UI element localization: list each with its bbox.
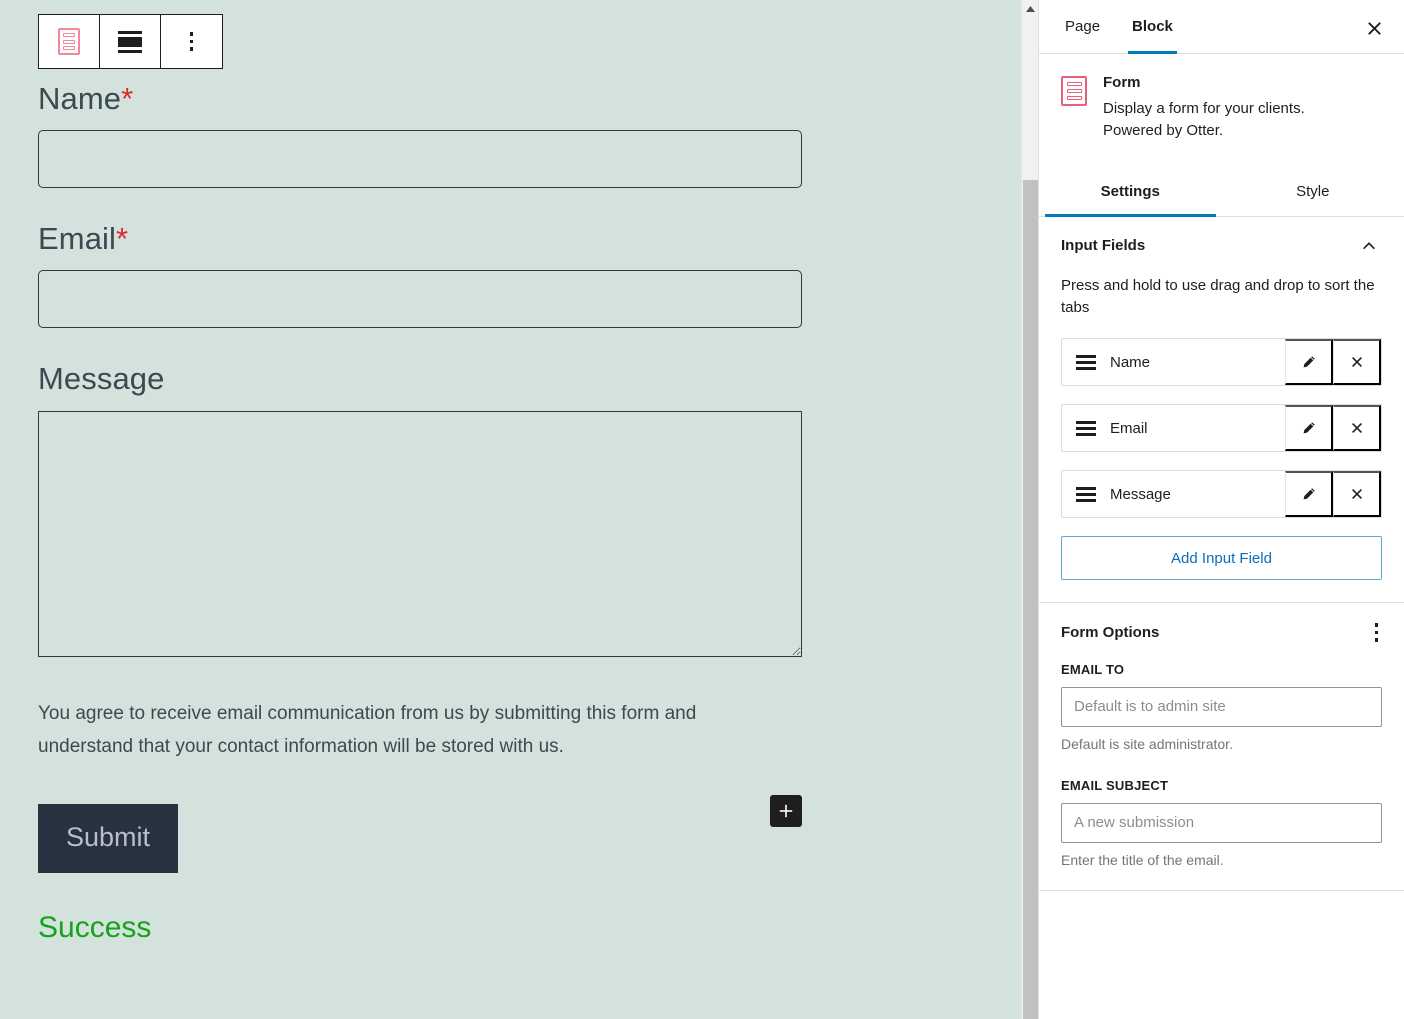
- email-subject-label: EMAIL SUBJECT: [1061, 778, 1382, 793]
- block-info-card: Form Display a form for your clients. Po…: [1039, 54, 1404, 164]
- required-asterisk: *: [121, 81, 133, 116]
- form-field-name: Name*: [38, 80, 802, 188]
- block-settings-sidebar: Page Block Form Display a form for your …: [1038, 0, 1404, 1019]
- close-icon: [1349, 486, 1365, 502]
- pencil-icon: [1300, 486, 1317, 503]
- block-toolbar: [38, 14, 223, 69]
- field-label-message: Message: [38, 360, 802, 397]
- chevron-up-icon: [1360, 237, 1378, 255]
- email-to-label: EMAIL TO: [1061, 662, 1382, 677]
- field-label-name: Name*: [38, 80, 802, 117]
- block-more-options-button[interactable]: [161, 15, 222, 68]
- required-asterisk: *: [116, 221, 128, 256]
- form-options-panel: Form Options EMAIL TO Default is site ad…: [1039, 603, 1404, 891]
- input-field-row-label: Email: [1110, 405, 1285, 451]
- input-fields-help-text: Press and hold to use drag and drop to s…: [1061, 275, 1382, 321]
- email-to-hint: Default is site administrator.: [1061, 736, 1382, 752]
- close-icon: [1349, 420, 1365, 436]
- input-field-row-email[interactable]: Email: [1061, 404, 1382, 452]
- delete-input-field-button[interactable]: [1333, 471, 1381, 517]
- name-input[interactable]: [38, 130, 802, 188]
- drag-handle-icon[interactable]: [1062, 405, 1110, 451]
- field-label-email-text: Email: [38, 221, 116, 256]
- block-description: Display a form for your clients. Powered…: [1103, 98, 1333, 142]
- align-button[interactable]: [100, 15, 161, 68]
- tab-page[interactable]: Page: [1049, 0, 1116, 53]
- field-label-message-text: Message: [38, 361, 165, 396]
- edit-input-field-button[interactable]: [1285, 471, 1333, 517]
- email-input[interactable]: [38, 270, 802, 328]
- input-field-row-label: Message: [1110, 471, 1285, 517]
- form-block-icon: [1061, 76, 1087, 106]
- tab-settings[interactable]: Settings: [1039, 168, 1222, 216]
- close-icon: [1349, 354, 1365, 370]
- email-subject-input[interactable]: [1061, 803, 1382, 843]
- success-message: Success: [38, 911, 802, 945]
- input-field-row-label: Name: [1110, 339, 1285, 385]
- form-block-type-button[interactable]: [39, 15, 100, 68]
- more-options-vertical-icon: [190, 32, 194, 51]
- sidebar-subtab-bar: Settings Style: [1039, 168, 1404, 217]
- message-textarea[interactable]: [38, 411, 802, 657]
- email-subject-group: EMAIL SUBJECT Enter the title of the ema…: [1061, 778, 1382, 868]
- tab-block[interactable]: Block: [1116, 0, 1189, 53]
- more-options-vertical-icon: [1375, 623, 1379, 642]
- delete-input-field-button[interactable]: [1333, 339, 1381, 385]
- submit-button[interactable]: Submit: [38, 804, 178, 873]
- email-to-group: EMAIL TO Default is site administrator.: [1061, 662, 1382, 752]
- block-title: Form: [1103, 74, 1333, 91]
- input-fields-panel-header[interactable]: Input Fields: [1061, 233, 1382, 259]
- editor-root: Name* Email* Message You agree to receiv…: [0, 0, 1404, 1019]
- email-subject-hint: Enter the title of the email.: [1061, 852, 1382, 868]
- input-field-row-message[interactable]: Message: [1061, 470, 1382, 518]
- close-sidebar-button[interactable]: [1358, 12, 1390, 44]
- close-icon: [1365, 19, 1384, 38]
- input-field-row-name[interactable]: Name: [1061, 338, 1382, 386]
- delete-input-field-button[interactable]: [1333, 405, 1381, 451]
- align-center-icon: [118, 31, 142, 53]
- canvas-content: Name* Email* Message You agree to receiv…: [0, 0, 1038, 1019]
- drag-handle-icon[interactable]: [1062, 471, 1110, 517]
- block-info-text: Form Display a form for your clients. Po…: [1103, 74, 1333, 142]
- sidebar-tab-bar: Page Block: [1039, 0, 1404, 54]
- form-options-panel-title: Form Options: [1061, 624, 1159, 641]
- input-fields-panel-title: Input Fields: [1061, 237, 1145, 254]
- form-options-panel-header: Form Options: [1061, 619, 1382, 646]
- input-fields-collapse-button[interactable]: [1356, 233, 1382, 259]
- scroll-up-arrow-icon[interactable]: [1022, 0, 1038, 17]
- field-label-email: Email*: [38, 220, 802, 257]
- edit-input-field-button[interactable]: [1285, 405, 1333, 451]
- email-to-input[interactable]: [1061, 687, 1382, 727]
- edit-input-field-button[interactable]: [1285, 339, 1333, 385]
- plus-icon: [778, 803, 794, 819]
- canvas-scrollbar[interactable]: [1021, 0, 1038, 1019]
- add-block-button[interactable]: [770, 795, 802, 827]
- form-options-menu-button[interactable]: [1371, 619, 1383, 646]
- form-field-message: Message: [38, 360, 802, 656]
- editor-canvas: Name* Email* Message You agree to receiv…: [0, 0, 1038, 1019]
- field-label-name-text: Name: [38, 81, 121, 116]
- drag-handle-icon[interactable]: [1062, 339, 1110, 385]
- add-input-field-button[interactable]: Add Input Field: [1061, 536, 1382, 580]
- pencil-icon: [1300, 354, 1317, 371]
- pencil-icon: [1300, 420, 1317, 437]
- form-preview: Name* Email* Message You agree to receiv…: [38, 80, 802, 945]
- form-block-icon: [58, 28, 80, 55]
- tab-style[interactable]: Style: [1222, 168, 1404, 216]
- canvas-scrollbar-thumb[interactable]: [1023, 180, 1038, 1019]
- input-fields-panel: Input Fields Press and hold to use drag …: [1039, 217, 1404, 604]
- form-field-email: Email*: [38, 220, 802, 328]
- consent-text: You agree to receive email communication…: [38, 697, 758, 765]
